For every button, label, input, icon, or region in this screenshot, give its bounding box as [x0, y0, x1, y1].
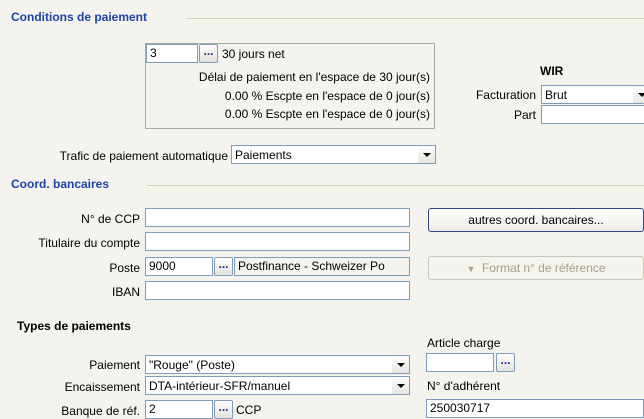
article-charge-lookup-button[interactable]: ... [496, 353, 515, 372]
account-holder-label: Titulaire du compte [38, 236, 140, 250]
auto-payment-traffic-label: Trafic de paiement automatique [59, 149, 228, 163]
collection-select[interactable]: DTA-intérieur-SFR/manuel [145, 376, 410, 395]
chevron-down-icon[interactable] [633, 86, 644, 103]
part-input[interactable] [541, 105, 644, 124]
section-title-payment-conditions: Conditions de paiement [11, 10, 148, 24]
auto-payment-traffic-value: Paiements [235, 148, 292, 162]
iban-input[interactable] [145, 281, 410, 300]
member-number-label: N° d'adhérent [427, 379, 501, 393]
iban-label: IBAN [111, 285, 140, 299]
reference-bank-label: Banque de réf. [61, 404, 140, 418]
dropdown-arrow-icon: ▼ [466, 264, 476, 274]
section-title-bank-coords: Coord. bancaires [11, 177, 110, 191]
section-title-payment-types: Types de paiements [17, 319, 131, 333]
ccp-input[interactable] [145, 208, 410, 227]
post-code-input[interactable]: 9000 [145, 257, 213, 276]
payment-delay-text: Délai de paiement en l'espace de 30 jour… [198, 70, 430, 84]
chevron-down-icon[interactable] [392, 356, 409, 373]
billing-select-value: Brut [545, 88, 568, 102]
reference-bank-name: CCP [236, 403, 262, 417]
discount-line-2: 0.00 % Escpte en l'espace de 0 jour(s) [224, 107, 430, 121]
account-holder-input[interactable] [145, 232, 410, 251]
post-label: Poste [109, 261, 140, 275]
payment-condition-code-input[interactable]: 3 [146, 44, 198, 63]
collection-label: Encaissement [64, 380, 140, 394]
article-charge-label: Article charge [427, 336, 501, 350]
reference-format-label: Format n° de référence [482, 261, 606, 275]
section-divider [147, 185, 644, 186]
member-number-input[interactable]: 250030717 [426, 399, 644, 418]
payment-label: Paiement [89, 358, 140, 372]
section-divider [186, 18, 644, 19]
ccp-label: N° de CCP [81, 212, 140, 226]
reference-bank-code-input[interactable]: 2 [145, 400, 213, 419]
billing-select[interactable]: Brut [541, 85, 644, 104]
discount-line-1: 0.00 % Escpte en l'espace de 0 jour(s) [224, 89, 430, 103]
wir-title: WIR [540, 64, 564, 78]
other-bank-coords-button[interactable]: autres coord. bancaires... [428, 208, 644, 232]
payment-condition-lookup-button[interactable]: ... [199, 44, 218, 63]
collection-select-value: DTA-intérieur-SFR/manuel [149, 379, 291, 393]
post-name-field: Postfinance - Schweizer Po [234, 257, 410, 276]
payment-select-value: "Rouge" (Poste) [149, 358, 235, 372]
reference-bank-lookup-button[interactable]: ... [214, 400, 233, 419]
payment-select[interactable]: "Rouge" (Poste) [145, 355, 410, 374]
billing-label: Facturation [475, 88, 536, 102]
part-label: Part [513, 108, 536, 122]
post-lookup-button[interactable]: ... [214, 257, 233, 276]
auto-payment-traffic-select[interactable]: Paiements [231, 145, 436, 164]
reference-format-button[interactable]: ▼ Format n° de référence [428, 256, 644, 280]
chevron-down-icon[interactable] [392, 377, 409, 394]
payment-condition-description: 30 jours net [222, 47, 285, 61]
article-charge-input[interactable] [426, 353, 494, 372]
chevron-down-icon[interactable] [418, 146, 435, 163]
